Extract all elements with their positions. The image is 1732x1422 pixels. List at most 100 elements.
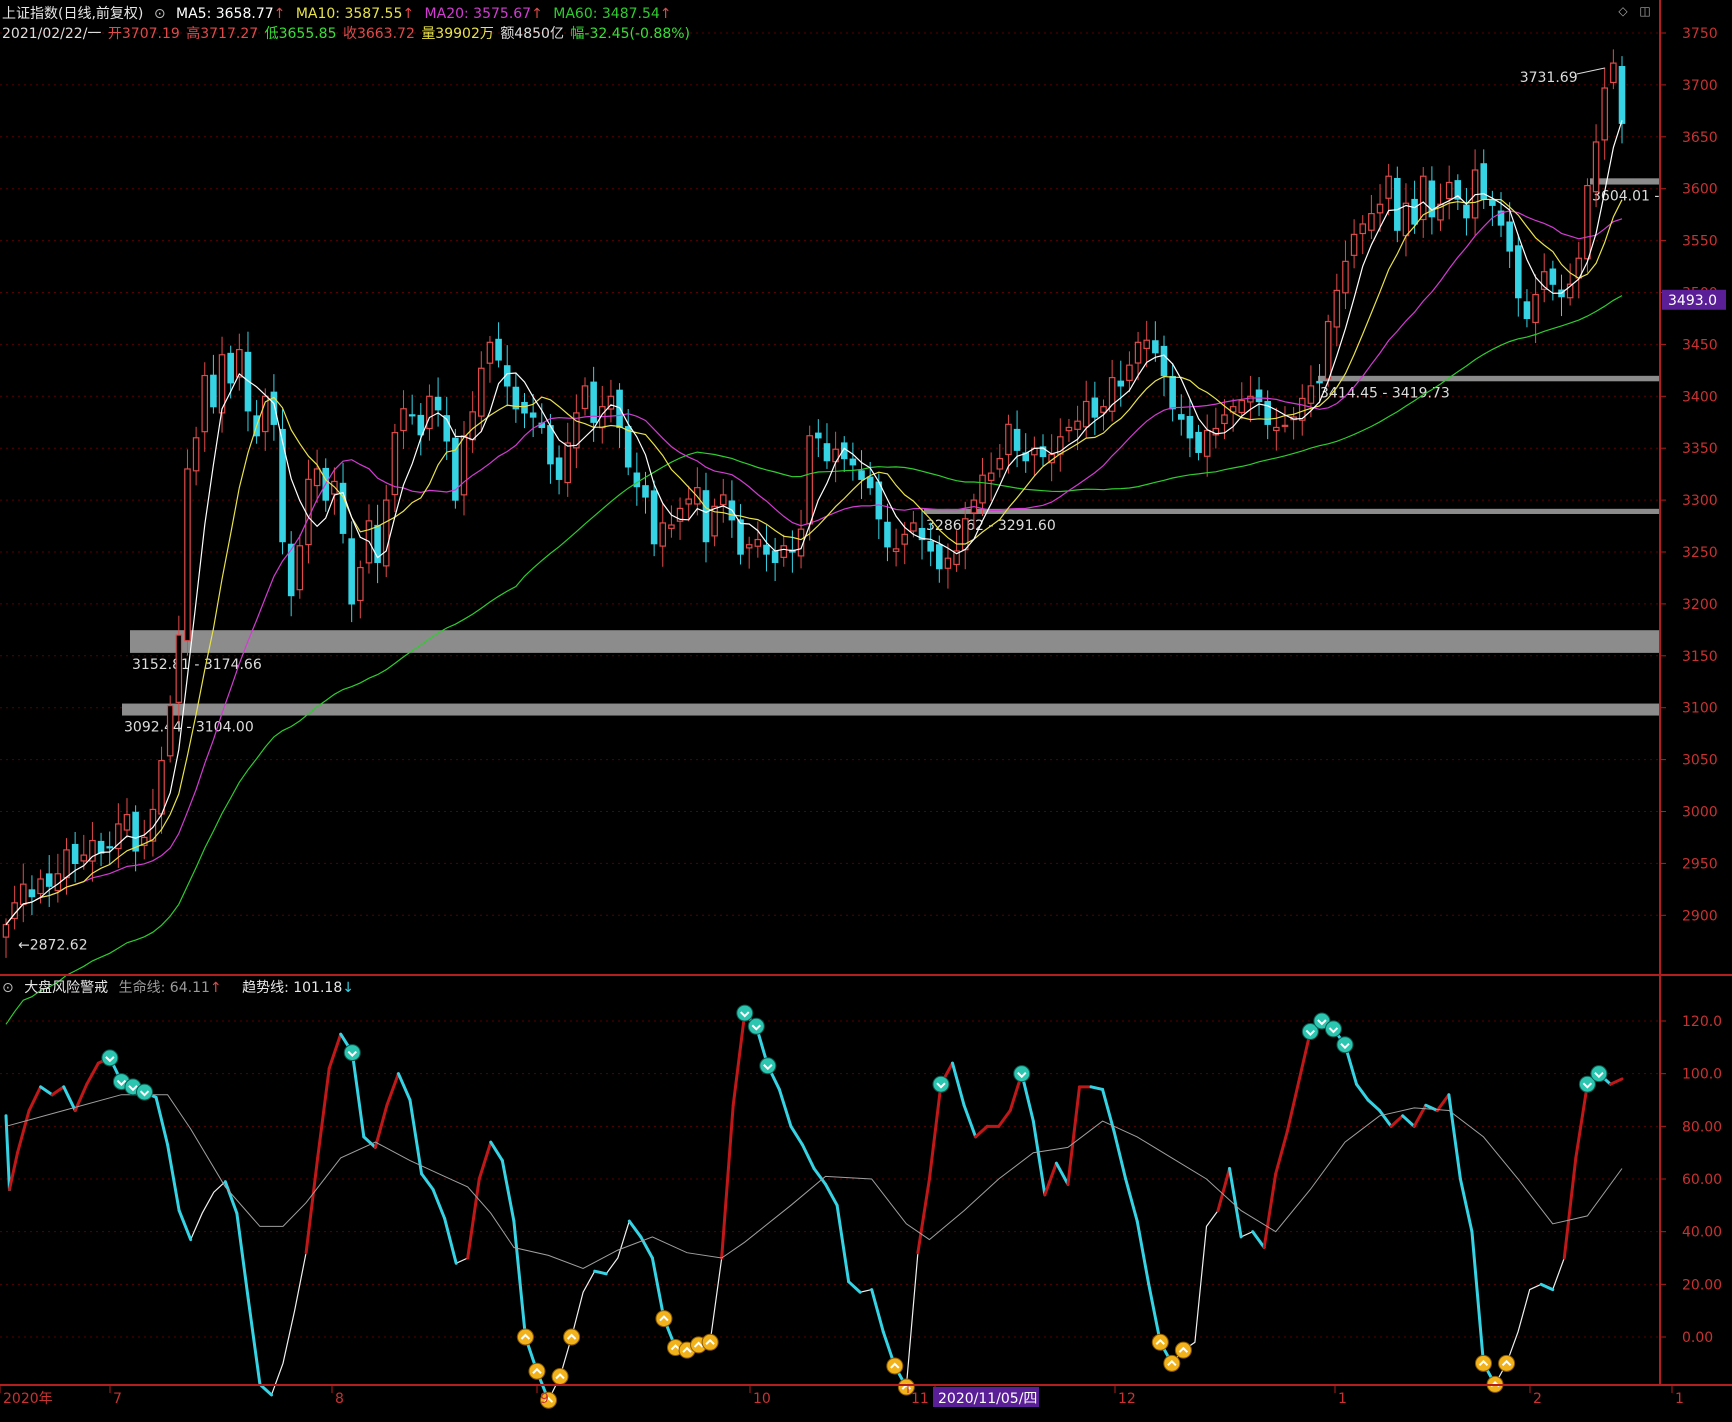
- candle-body: [166, 705, 174, 757]
- ma20-up-icon: ↑: [531, 6, 543, 22]
- indicator-tick-label: 40.00: [1682, 1225, 1722, 1241]
- collapse-icon[interactable]: ⊙: [154, 6, 166, 22]
- trend-segment: [951, 1061, 966, 1107]
- price-tick-label: 3300: [1682, 493, 1718, 509]
- candle-body: [1126, 364, 1133, 382]
- candle-body: [434, 396, 442, 411]
- support-bands: 3152.81 - 3174.663092.44 - 3104.003286.6…: [122, 178, 1660, 736]
- trend-segment: [477, 1140, 493, 1181]
- candle-body: [1385, 175, 1392, 199]
- time-tick-label: 7: [113, 1391, 122, 1407]
- trend-segment: [408, 1098, 424, 1176]
- ma10-label: MA10: 3587.55: [295, 6, 403, 22]
- candle-body: [979, 474, 986, 504]
- candle-body: [987, 472, 995, 481]
- candle-body: [901, 533, 909, 545]
- candle-body: [97, 840, 105, 854]
- index-title: 上证指数(日线,前复权): [2, 6, 144, 22]
- candle-body: [1255, 389, 1263, 403]
- indicator-collapse-icon[interactable]: ⊙: [2, 980, 14, 996]
- ma10-line: [5, 198, 1623, 925]
- candle-body: [780, 545, 788, 558]
- price-tick-label: 3350: [1682, 441, 1718, 457]
- price-tick-label: 3250: [1682, 545, 1718, 561]
- ma10-up-icon: ↑: [402, 6, 415, 22]
- trend-segment: [385, 1072, 400, 1107]
- ma60-up-icon: ↑: [659, 6, 672, 22]
- sell-warning-icon: [101, 1049, 119, 1067]
- trend-segment: [593, 1269, 608, 1276]
- candle-body: [495, 338, 502, 361]
- candle-body: [823, 443, 831, 462]
- sell-warning-icon: [343, 1044, 361, 1062]
- diamond-icon[interactable]: ◇: [1616, 4, 1630, 18]
- window-icon[interactable]: ◫: [1638, 4, 1652, 18]
- candle-body: [400, 408, 407, 432]
- trend-segment: [304, 1156, 320, 1255]
- indicator-grid: [0, 1020, 1660, 1338]
- candle-body: [1203, 429, 1211, 457]
- trend-segment: [627, 1219, 643, 1239]
- candle-body: [771, 550, 779, 563]
- price-tick-label: 3400: [1682, 389, 1718, 405]
- trend-segment: [1228, 1166, 1243, 1239]
- candle-body: [106, 846, 113, 849]
- ohlc-open: 开3707.19: [107, 26, 180, 42]
- candle-body: [754, 538, 762, 547]
- candle-body: [28, 889, 36, 898]
- price-tick-label: 3150: [1682, 649, 1718, 665]
- candle-body: [1160, 345, 1168, 377]
- candle-body: [1411, 198, 1418, 225]
- candle-body: [1247, 395, 1254, 403]
- trend-segment: [1447, 1093, 1462, 1181]
- candle-body: [313, 468, 321, 487]
- buy-warning-icon: [563, 1328, 581, 1346]
- price-tick-label: 3700: [1682, 78, 1718, 94]
- trend-segment: [420, 1172, 435, 1192]
- candle-body: [348, 538, 355, 605]
- trend-segment: [1574, 1082, 1589, 1160]
- trend-segment: [1366, 1098, 1382, 1113]
- indicator-tick-label: 80.00: [1682, 1119, 1722, 1135]
- candle-body: [564, 442, 571, 484]
- candle-body: [1618, 66, 1626, 124]
- time-tick-label: 1: [1338, 1391, 1347, 1407]
- ohlc-date: 2021/02/22/一: [2, 26, 102, 42]
- candle-body: [685, 498, 692, 505]
- candle-body: [210, 374, 217, 408]
- time-tick-label: 2020/11/05/四: [938, 1391, 1037, 1407]
- buy-warning-icon: [528, 1362, 546, 1380]
- sell-warning-icon: [1324, 1020, 1342, 1038]
- price-tick-label: 3650: [1682, 130, 1718, 146]
- ma20-line: [5, 210, 1623, 925]
- trend-segment: [1274, 1130, 1289, 1176]
- trend-base-line: [5, 1011, 1623, 1402]
- time-tick-label: 12: [1118, 1391, 1136, 1407]
- buy-warning-icon: [1474, 1354, 1492, 1372]
- band-label: 3414.45 - 3419.73: [1320, 385, 1450, 401]
- price-grid: [0, 32, 1660, 916]
- sell-warning-icon: [1336, 1036, 1354, 1054]
- candle-body: [426, 395, 433, 430]
- trend-segment: [443, 1217, 458, 1265]
- trend-segment: [916, 1177, 931, 1255]
- time-tick-label: 8: [335, 1391, 344, 1407]
- buy-warning-icon: [1498, 1354, 1516, 1372]
- trend-segment: [1124, 1177, 1139, 1223]
- candle-body: [659, 522, 667, 547]
- trend-segment: [1043, 1161, 1058, 1197]
- candle-body: [45, 873, 53, 887]
- sell-warning-icon: [747, 1017, 765, 1035]
- indicator-tick-label: 20.00: [1682, 1277, 1722, 1293]
- candle-body: [866, 476, 874, 489]
- candle-body: [357, 566, 364, 602]
- candle-body: [1238, 399, 1246, 414]
- candle-body: [1610, 62, 1617, 84]
- price-tick-label: 3000: [1682, 805, 1718, 821]
- candle-body: [469, 411, 476, 441]
- candle-body: [1549, 268, 1557, 285]
- trend-segment: [1262, 1172, 1278, 1249]
- indicator-tick-label: 100.0: [1682, 1067, 1722, 1083]
- trend-segment: [4, 1114, 11, 1192]
- indicator-tick-label: 60.00: [1682, 1172, 1722, 1188]
